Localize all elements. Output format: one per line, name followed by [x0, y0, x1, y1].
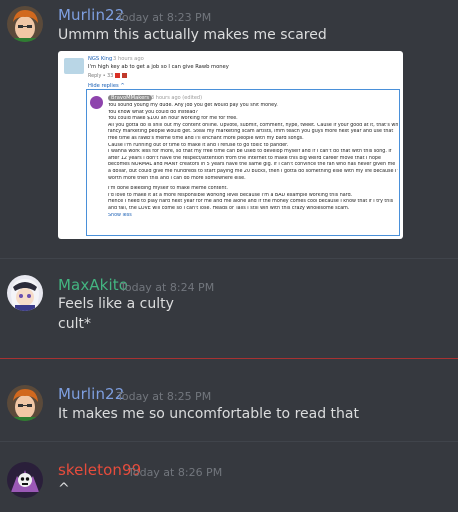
username[interactable]: Murlin22 — [58, 385, 124, 403]
user-avatar[interactable] — [7, 6, 43, 42]
comment-text: I'm high key ab to get a job so I can gi… — [88, 64, 229, 70]
reply-body: You sound young my dude. Any job you get… — [108, 103, 398, 219]
reply-line: You could make $100 an hour working for … — [108, 116, 238, 122]
reply-line: I wanna work less for more, so that my f… — [108, 149, 392, 155]
reply-line: and fail, the LOVE will come so I can't … — [108, 205, 350, 211]
message-text: Ummm this actually makes me scared — [58, 27, 327, 43]
reply-time: 3 hours ago (edited) — [151, 95, 203, 101]
message-divider — [0, 258, 458, 259]
timestamp: Today at 8:24 PM — [120, 281, 215, 294]
reply-avatar — [90, 96, 103, 109]
reply-line: All you gotta do is shill out my content… — [108, 122, 398, 128]
message-text: cult* — [58, 316, 91, 332]
anime-girl-avatar-icon — [7, 275, 43, 311]
new-messages-divider — [0, 358, 458, 359]
orange-hair-avatar-icon — [7, 6, 43, 42]
comment-actions: Reply • 33 — [88, 73, 128, 79]
message-text: Feels like a culty — [58, 296, 174, 312]
message-text: It makes me so uncomfortable to read tha… — [58, 406, 359, 422]
reply-line: Hence I need to play hard next year for … — [108, 199, 394, 205]
reply-line: Cause I'm running out of time to make it… — [108, 142, 289, 148]
timestamp: Today at 8:23 PM — [117, 11, 212, 24]
timestamp: Today at 8:26 PM — [128, 466, 223, 479]
username[interactable]: MaxAkito — [58, 276, 128, 294]
orange-hair-avatar-icon — [7, 385, 43, 421]
message-divider — [0, 441, 458, 442]
comment-time: 3 hours ago — [113, 56, 144, 62]
attached-image[interactable]: NGS King 3 hours ago I'm high key ab to … — [58, 51, 403, 239]
reply-line: a dollar, but could give me hundreds to … — [108, 168, 398, 174]
username[interactable]: Murlin22 — [58, 6, 124, 24]
reply-author-badge: BravoMMakers — [108, 95, 153, 101]
reply-line: after 12 years I don't have the respect/… — [108, 155, 381, 161]
reply-line: worth more then this and I can do more s… — [108, 175, 246, 181]
reply-line: free time as rawb's meme time and I'll e… — [108, 135, 304, 141]
reply-line: becomes NORMAL and MANY creators in 5 ye… — [108, 162, 396, 168]
reply-line: You sound young my dude. Any job you get… — [108, 103, 278, 108]
reply-line: I'd love to make it at a more responsibl… — [108, 192, 353, 198]
reply-line: You know what you could do instead? — [108, 109, 198, 115]
user-avatar[interactable] — [7, 275, 43, 311]
reply-line: fancy marketing people would get. Steal … — [108, 129, 394, 135]
user-avatar[interactable] — [7, 462, 43, 498]
heart-icon — [122, 73, 128, 78]
user-avatar[interactable] — [7, 385, 43, 421]
commenter-avatar — [64, 58, 84, 74]
comment-actions-label: Reply • 33 — [88, 74, 114, 79]
thumbs-icon — [115, 73, 121, 78]
reply-box: BravoMMakers 3 hours ago (edited) You so… — [86, 89, 400, 236]
reply-line: I'm done bleeding myself to make meme co… — [108, 186, 228, 192]
show-less-link: Show less — [108, 212, 132, 218]
timestamp: Today at 8:25 PM — [117, 390, 212, 403]
skeleton-avatar-icon — [7, 462, 43, 498]
message-text: ^ — [58, 481, 70, 497]
comment-author: NGS King — [88, 56, 113, 62]
